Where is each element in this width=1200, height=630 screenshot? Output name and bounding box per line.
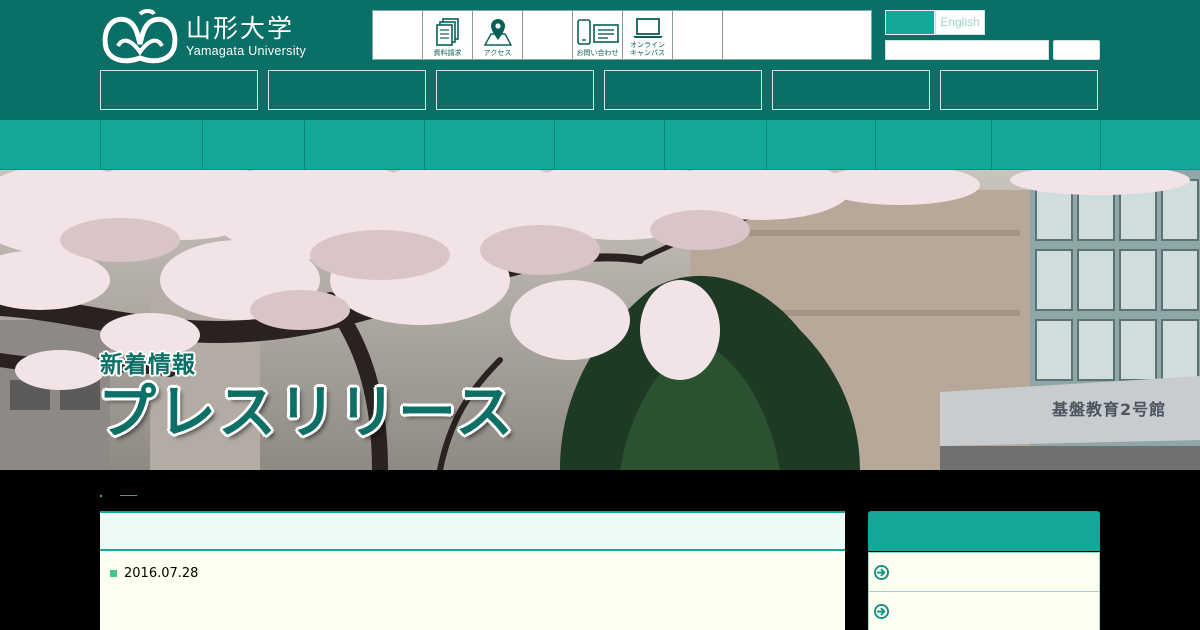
utility-button-7[interactable] [673,11,723,59]
nav-divider [1100,120,1101,170]
audience-button-5[interactable] [772,70,930,110]
utility-label: 資料請求 [433,49,462,57]
university-logo[interactable]: 山形大学 Yamagata University [100,6,320,66]
sidebar-header [868,511,1100,551]
article-date-row: 2016.07.28 [110,566,198,581]
phone-mail-icon [576,17,620,47]
document-stack-icon [435,17,460,47]
language-english-button[interactable]: English [935,10,985,35]
utility-label: アクセス [483,49,512,57]
audience-button-4[interactable] [604,70,762,110]
site-header: 山形大学 Yamagata University 資料請求 アクセス お問い合わ… [0,0,1200,120]
utility-button-4[interactable] [523,11,573,59]
nav-divider [100,120,101,170]
audience-button-6[interactable] [940,70,1098,110]
hero-subtitle: 新着情報 [100,352,196,378]
search-input[interactable] [885,40,1049,60]
utility-label: お問い合わせ [576,49,619,57]
circle-arrow-right-icon [874,565,889,580]
sidebar [868,511,1100,630]
logo-en-text: Yamagata University [186,44,307,58]
audience-nav [100,70,1100,110]
logo-jp-text: 山形大学 [186,14,295,43]
utility-button-contact[interactable]: お問い合わせ [573,11,623,59]
nav-divider [202,120,203,170]
laptop-icon [631,17,665,39]
audience-button-3[interactable] [436,70,594,110]
audience-button-1[interactable] [100,70,258,110]
nav-divider [766,120,767,170]
article-date: 2016.07.28 [124,566,199,581]
nav-divider [424,120,425,170]
breadcrumb-home-link[interactable] [100,495,102,497]
language-japanese-button[interactable] [885,10,935,35]
breadcrumb [100,490,140,502]
nav-divider [304,120,305,170]
nav-divider [664,120,665,170]
article-header [100,513,845,551]
utility-button-access[interactable]: アクセス [473,11,523,59]
utility-label: オンライン キャンパス [630,41,665,57]
nav-divider [554,120,555,170]
utility-button-request[interactable]: 資料請求 [423,11,473,59]
sidebar-link-1[interactable] [868,552,1100,592]
logo-mark-icon [102,9,178,64]
page: 山形大学 Yamagata University 資料請求 アクセス お問い合わ… [0,0,1200,630]
global-nav [0,120,1200,170]
utility-button-8[interactable] [723,11,871,59]
sidebar-link-2[interactable] [868,591,1100,630]
square-bullet-icon [110,570,117,577]
hero-title: プレスリリース [98,378,516,446]
search-button[interactable] [1053,40,1100,60]
utility-button-online-campus[interactable]: オンライン キャンパス [623,11,673,59]
utility-button-1[interactable] [373,11,423,59]
audience-button-2[interactable] [268,70,426,110]
article-panel: 2016.07.28 [100,511,845,630]
breadcrumb-current [120,495,137,496]
map-pin-icon [483,17,513,47]
nav-divider [875,120,876,170]
logo-text: 山形大学 Yamagata University [186,14,306,58]
building-sign-text: 基盤教育2号館 [1052,400,1167,419]
nav-divider [991,120,992,170]
utility-nav: 資料請求 アクセス お問い合わせ オンライン キャンパス [372,10,872,60]
hero-banner: 新着情報 プレスリリース 基盤教育2号館 [0,170,1200,470]
circle-arrow-right-icon [874,604,889,619]
